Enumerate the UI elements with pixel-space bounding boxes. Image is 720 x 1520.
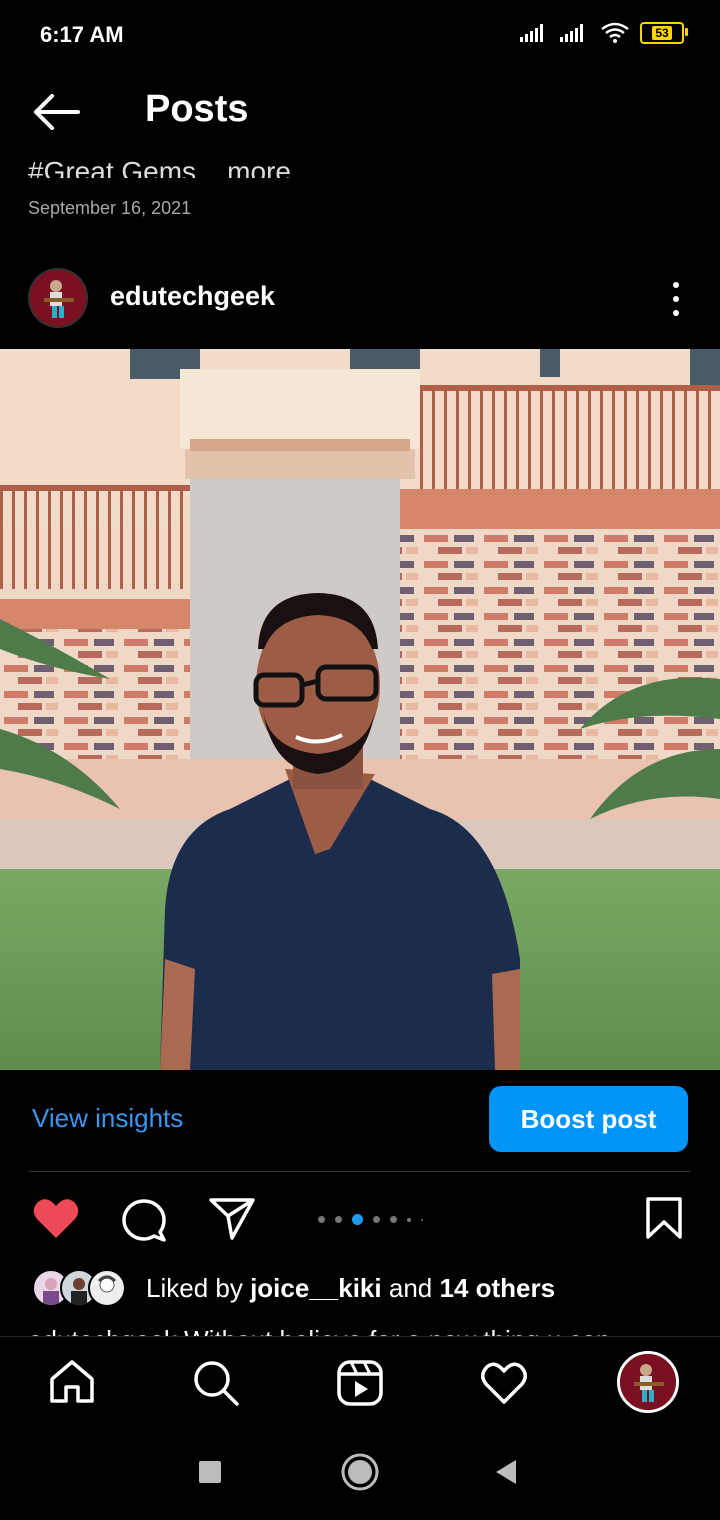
carousel-dot: [335, 1216, 342, 1223]
home-nav-icon[interactable]: [340, 1452, 380, 1492]
carousel-dot: [318, 1216, 325, 1223]
page-title: Posts: [145, 88, 249, 130]
post-photo: [0, 349, 720, 1070]
battery-icon: 53: [640, 22, 688, 44]
avatar-image: [30, 270, 86, 326]
liked-and: and: [388, 1272, 433, 1303]
status-time: 6:17 AM: [40, 22, 124, 47]
carousel-dot: [421, 1218, 423, 1221]
carousel-dot-active: [352, 1214, 363, 1225]
comment-icon[interactable]: [120, 1196, 168, 1242]
system-nav-bar: [0, 1426, 720, 1520]
divider: [28, 1171, 690, 1172]
liked-others[interactable]: 14 others: [439, 1273, 555, 1304]
reels-icon[interactable]: [336, 1359, 384, 1407]
signal-icon-2: [560, 24, 583, 42]
carousel-dot: [373, 1216, 380, 1223]
carousel-dot: [407, 1217, 411, 1222]
avatar[interactable]: [28, 268, 88, 328]
battery-level: 53: [652, 26, 672, 40]
bottom-tab-bar: [0, 1336, 720, 1427]
arrow-left-icon[interactable]: [30, 92, 82, 132]
previous-caption: #Great Gems... more: [28, 156, 291, 178]
liked-by[interactable]: Liked by joice__kiki and 14 others: [32, 1268, 555, 1308]
liked-prefix: Liked by: [146, 1272, 243, 1303]
avatar-image: [620, 1354, 676, 1410]
bookmark-icon[interactable]: [644, 1196, 684, 1240]
heart-filled-icon[interactable]: [32, 1196, 80, 1240]
post-header: edutechgeek: [0, 265, 720, 335]
post-date: September 16, 2021: [28, 198, 192, 218]
liker-avatar: [88, 1269, 126, 1307]
post-caption: edutechgeek Without believe for a new th…: [28, 1320, 611, 1336]
header: Posts: [0, 70, 720, 156]
status-bar: 6:17 AM 53: [0, 0, 720, 70]
liker-avatars: [32, 1269, 126, 1307]
profile-tab-avatar[interactable]: [617, 1351, 679, 1413]
boost-post-button[interactable]: Boost post: [489, 1086, 688, 1152]
recents-icon[interactable]: [198, 1460, 222, 1484]
send-icon[interactable]: [208, 1196, 256, 1240]
kebab-icon[interactable]: [664, 279, 688, 319]
heart-icon[interactable]: [480, 1361, 528, 1405]
post-username[interactable]: edutechgeek: [110, 281, 275, 312]
carousel-dot: [390, 1216, 397, 1223]
carousel-indicator: [318, 1214, 423, 1225]
status-icons: 53: [520, 22, 688, 44]
home-icon[interactable]: [48, 1359, 96, 1405]
signal-icon: [520, 24, 543, 42]
search-icon[interactable]: [192, 1359, 240, 1407]
wifi-icon: [601, 22, 629, 43]
liked-user[interactable]: joice__kiki: [250, 1273, 382, 1304]
post-actions: [0, 1190, 720, 1246]
view-insights-link[interactable]: View insights: [32, 1103, 183, 1134]
post-image[interactable]: [0, 349, 720, 1070]
back-nav-icon[interactable]: [494, 1458, 518, 1486]
